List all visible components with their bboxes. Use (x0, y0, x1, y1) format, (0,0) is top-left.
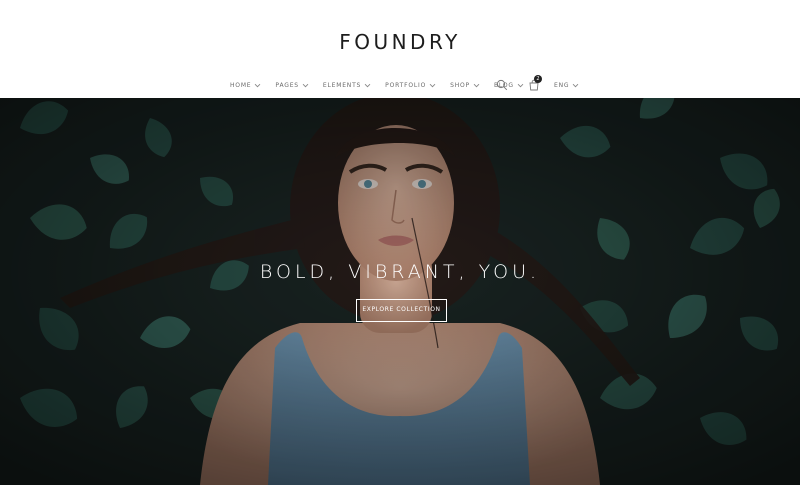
search-button[interactable] (496, 79, 508, 91)
nav-item-label: PAGES (275, 81, 299, 89)
cart-count-badge: 2 (534, 75, 542, 83)
nav-item-pages[interactable]: PAGES (275, 81, 309, 89)
nav-item-label: HOME (230, 81, 252, 89)
nav-item-shop[interactable]: SHOP (450, 82, 480, 89)
header-tools: 2 ENG (496, 75, 579, 93)
chevron-down-icon (302, 83, 309, 87)
nav-item-elements[interactable]: ELEMENTS (323, 82, 371, 89)
language-label: ENG (554, 81, 570, 89)
nav-item-label: PORTFOLIO (385, 81, 427, 89)
hero-title: BOLD, VIBRANT, YOU. (259, 261, 541, 283)
chevron-down-icon (364, 83, 371, 87)
cart-button[interactable]: 2 (528, 75, 542, 91)
search-icon (496, 79, 508, 91)
site-header: FOUNDRY HOME PAGES ELEMENTS PORTFOLIO SH… (0, 0, 800, 98)
site-logo[interactable]: FOUNDRY (0, 30, 800, 54)
hero-image (0, 98, 800, 485)
chevron-down-icon (473, 83, 480, 87)
nav-item-label: ELEMENTS (322, 81, 362, 89)
nav-item-label: SHOP (450, 81, 470, 89)
explore-collection-button[interactable]: EXPLORE COLLECTION (356, 299, 447, 322)
chevron-down-icon (429, 83, 436, 87)
main-nav: HOME PAGES ELEMENTS PORTFOLIO SHOP BLOG (230, 78, 538, 92)
chevron-down-icon (255, 83, 261, 87)
nav-item-home[interactable]: HOME (230, 82, 261, 89)
chevron-down-icon (573, 83, 579, 87)
nav-item-portfolio[interactable]: PORTFOLIO (385, 82, 436, 89)
hero-banner: BOLD, VIBRANT, YOU. EXPLORE COLLECTION (0, 98, 800, 485)
language-selector[interactable]: ENG (554, 82, 579, 89)
